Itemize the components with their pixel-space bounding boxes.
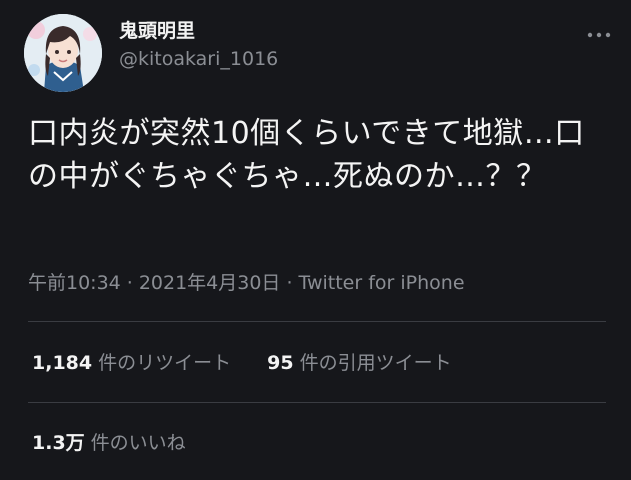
engagement-stats: 1,184 件のリツイート 95 件の引用ツイート bbox=[32, 348, 482, 375]
divider bbox=[28, 321, 606, 322]
retweets-stat[interactable]: 1,184 件のリツイート bbox=[32, 348, 231, 375]
meta-separator: · bbox=[286, 272, 293, 294]
more-options-icon[interactable] bbox=[586, 26, 612, 38]
quotes-stat[interactable]: 95 件の引用ツイート bbox=[267, 348, 451, 375]
likes-stat[interactable]: 1.3万 件のいいね bbox=[32, 428, 186, 455]
display-name[interactable]: 鬼頭明里 bbox=[119, 18, 278, 44]
tweet-text: 口内炎が突然10個くらいできて地獄…口の中がぐちゃぐちゃ…死ぬのか…？？ bbox=[28, 116, 585, 194]
likes-count: 1.3万 bbox=[32, 432, 85, 454]
likes-label: 件のいいね bbox=[90, 432, 186, 454]
tweet-metadata: 午前10:34 · 2021年4月30日 · Twitter for iPhone bbox=[28, 268, 465, 295]
retweets-count: 1,184 bbox=[32, 352, 93, 374]
quotes-count: 95 bbox=[267, 352, 294, 374]
meta-separator: · bbox=[126, 272, 133, 294]
quotes-label: 件の引用ツイート bbox=[299, 352, 452, 374]
user-names: 鬼頭明里 @kitoakari_1016 bbox=[119, 18, 278, 74]
avatar-image bbox=[24, 14, 102, 92]
likes-stats: 1.3万 件のいいね bbox=[32, 428, 216, 455]
tweet-client[interactable]: Twitter for iPhone bbox=[298, 272, 464, 294]
tweet-date[interactable]: 2021年4月30日 bbox=[139, 272, 281, 294]
tweet-time[interactable]: 午前10:34 bbox=[28, 272, 121, 294]
divider bbox=[28, 402, 606, 403]
tweet-detail: 鬼頭明里 @kitoakari_1016 口内炎が突然10個くらいできて地獄…口… bbox=[0, 0, 631, 480]
tweet-header: 鬼頭明里 @kitoakari_1016 bbox=[24, 14, 614, 92]
user-handle[interactable]: @kitoakari_1016 bbox=[119, 44, 278, 74]
avatar[interactable] bbox=[24, 14, 102, 92]
retweets-label: 件のリツイート bbox=[98, 352, 232, 374]
